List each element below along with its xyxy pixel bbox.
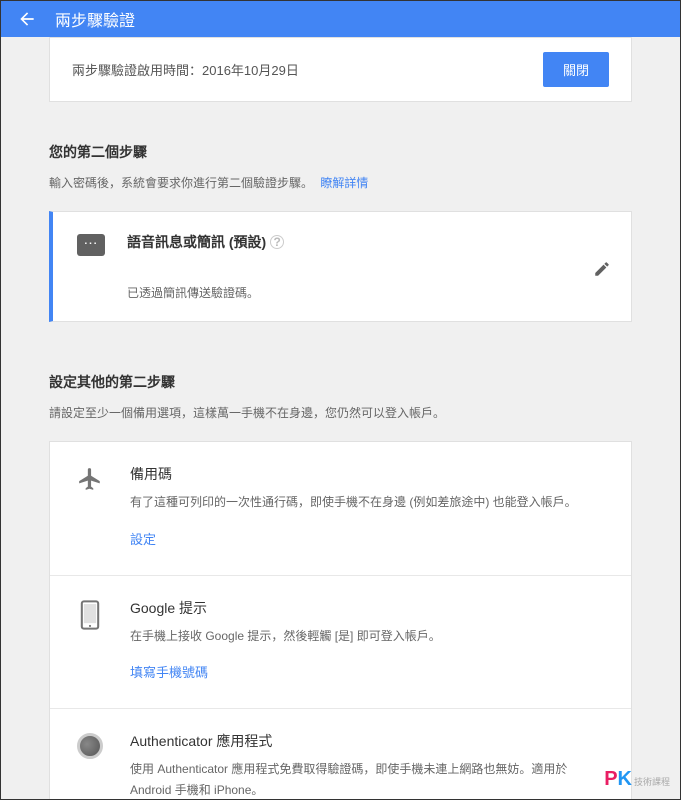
header-title: 兩步驟驗證 xyxy=(55,7,135,31)
second-step-desc: 輸入密碼後，系統會要求你進行第二個驗證步驟。 瞭解詳情 xyxy=(49,174,632,193)
status-card: 兩步驟驗證啟用時間：2016年10月29日 關閉 xyxy=(49,37,632,102)
watermark: PK技術課程 xyxy=(604,768,670,791)
back-button[interactable] xyxy=(15,7,39,31)
primary-method-card: 語音訊息或簡訊 (預設) ? 已透過簡訊傳送驗證碼。 xyxy=(49,211,632,322)
alt-section-title: 設定其他的第二步驟 xyxy=(49,372,632,392)
pencil-icon xyxy=(593,260,611,278)
disable-button[interactable]: 關閉 xyxy=(543,52,609,87)
google-prompt-desc: 在手機上接收 Google 提示，然後輕觸 [是] 即可登入帳戶。 xyxy=(130,626,607,646)
backup-codes-title: 備用碼 xyxy=(130,464,607,484)
google-prompt-title: Google 提示 xyxy=(130,598,607,618)
learn-more-link[interactable]: 瞭解詳情 xyxy=(320,176,368,190)
google-prompt-phone-link[interactable]: 填寫手機號碼 xyxy=(130,665,208,680)
app-header: 兩步驟驗證 xyxy=(1,1,680,37)
airplane-icon xyxy=(77,466,103,492)
activation-date-text: 兩步驟驗證啟用時間：2016年10月29日 xyxy=(72,60,299,79)
phone-icon xyxy=(80,600,100,630)
help-icon[interactable]: ? xyxy=(270,235,284,249)
authenticator-title: Authenticator 應用程式 xyxy=(130,731,607,751)
backup-codes-card: 備用碼 有了這種可列印的一次性通行碼，即使手機不在身邊 (例如差旅途中) 也能登… xyxy=(50,442,631,575)
backup-codes-setup-link[interactable]: 設定 xyxy=(130,532,156,547)
authenticator-desc: 使用 Authenticator 應用程式免費取得驗證碼，即使手機未連上網路也無… xyxy=(130,759,607,799)
arrow-left-icon xyxy=(17,9,37,29)
alt-methods-group: 備用碼 有了這種可列印的一次性通行碼，即使手機不在身邊 (例如差旅途中) 也能登… xyxy=(49,441,632,799)
edit-button[interactable] xyxy=(593,260,611,283)
primary-method-status: 已透過簡訊傳送驗證碼。 xyxy=(127,284,607,301)
backup-codes-desc: 有了這種可列印的一次性通行碼，即使手機不在身邊 (例如差旅途中) 也能登入帳戶。 xyxy=(130,492,607,512)
primary-method-title: 語音訊息或簡訊 (預設) ? xyxy=(127,232,284,252)
authenticator-card: Authenticator 應用程式 使用 Authenticator 應用程式… xyxy=(50,709,631,799)
second-step-desc-text: 輸入密碼後，系統會要求你進行第二個驗證步驟。 xyxy=(49,176,313,190)
sms-icon xyxy=(77,234,105,256)
alt-section-desc: 請設定至少一個備用選項，這樣萬一手機不在身邊，您仍然可以登入帳戶。 xyxy=(49,404,632,423)
authenticator-icon xyxy=(77,733,103,759)
content-area: 兩步驟驗證啟用時間：2016年10月29日 關閉 您的第二個步驟 輸入密碼後，系… xyxy=(1,37,680,799)
second-step-title: 您的第二個步驟 xyxy=(49,142,632,162)
google-prompt-card: Google 提示 在手機上接收 Google 提示，然後輕觸 [是] 即可登入… xyxy=(50,576,631,709)
